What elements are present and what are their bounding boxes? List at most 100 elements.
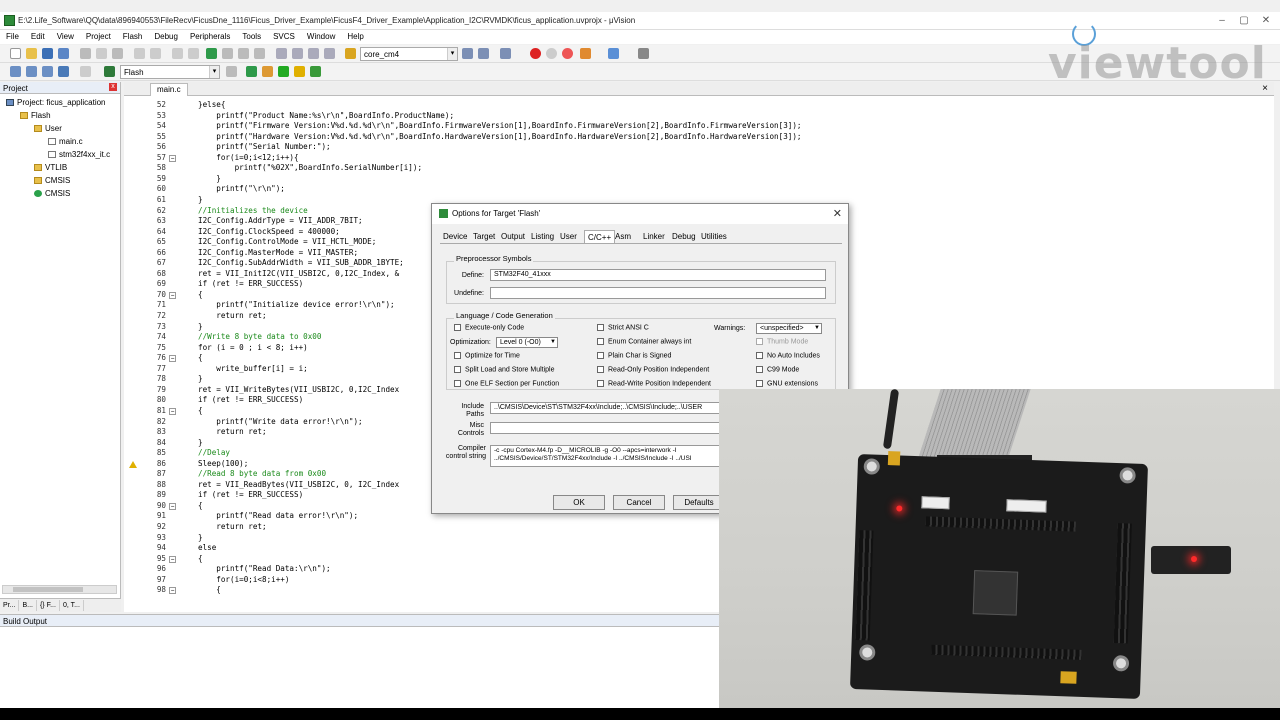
comment-icon[interactable]	[308, 48, 319, 59]
tree-item-main-c[interactable]: main.c	[48, 137, 83, 146]
dialog-close-icon[interactable]: ✕	[833, 207, 842, 220]
tab-target[interactable]: Target	[470, 230, 498, 243]
split-load-store-checkbox[interactable]: Split Load and Store Multiple	[454, 366, 555, 373]
thumb-mode-checkbox[interactable]: Thumb Mode	[756, 338, 808, 345]
checkbox-box[interactable]	[756, 352, 763, 359]
close-panel-icon[interactable]: x	[109, 83, 117, 91]
menu-file[interactable]: File	[0, 30, 25, 41]
target-select[interactable]: Flash ▾	[120, 65, 220, 79]
disable-breakpoint-icon[interactable]	[546, 48, 557, 59]
translate-icon[interactable]	[10, 66, 21, 77]
ok-button[interactable]: OK	[553, 495, 605, 510]
redo-icon[interactable]	[150, 48, 161, 59]
checkbox-box[interactable]	[454, 366, 461, 373]
find-in-files-icon[interactable]	[345, 48, 356, 59]
save-icon[interactable]	[42, 48, 53, 59]
checkbox-box[interactable]	[597, 352, 604, 359]
tab-user[interactable]: User	[557, 230, 580, 243]
checkbox-box[interactable]	[756, 338, 763, 345]
rebuild-icon[interactable]	[42, 66, 53, 77]
cancel-button[interactable]: Cancel	[613, 495, 665, 510]
no-auto-includes-checkbox[interactable]: No Auto Includes	[756, 352, 820, 359]
one-elf-section-checkbox[interactable]: One ELF Section per Function	[454, 380, 559, 387]
execute-only-checkbox[interactable]: Execute-only Code	[454, 324, 524, 331]
fold-toggle-icon[interactable]: −	[169, 587, 176, 595]
menu-tools[interactable]: Tools	[236, 30, 267, 41]
fold-toggle-icon[interactable]: −	[169, 291, 176, 299]
stop-build-icon[interactable]	[80, 66, 91, 77]
tree-item-stm32f4xx-it[interactable]: stm32f4xx_it.c	[48, 150, 110, 159]
tab-output[interactable]: Output	[498, 230, 528, 243]
menu-svcs[interactable]: SVCS	[267, 30, 301, 41]
warnings-select[interactable]: <unspecified> ▼	[756, 323, 822, 334]
kill-breakpoints-icon[interactable]	[562, 48, 573, 59]
breakpoint-icon[interactable]	[530, 48, 541, 59]
download-icon[interactable]	[58, 66, 69, 77]
checkbox-box[interactable]	[454, 324, 461, 331]
tree-item-flash[interactable]: Flash	[20, 111, 51, 120]
checkbox-box[interactable]	[597, 338, 604, 345]
window-layout-icon[interactable]	[608, 48, 619, 59]
fold-toggle-icon[interactable]: −	[169, 502, 176, 510]
strict-ansi-checkbox[interactable]: Strict ANSI C	[597, 324, 649, 331]
options-for-target-icon[interactable]	[226, 66, 237, 77]
enum-container-checkbox[interactable]: Enum Container always int	[597, 338, 691, 345]
tools-icon[interactable]	[638, 48, 649, 59]
menu-edit[interactable]: Edit	[25, 30, 51, 41]
incremental-find-icon[interactable]	[478, 48, 489, 59]
clear-bookmarks-icon[interactable]	[254, 48, 265, 59]
tab-device[interactable]: Device	[440, 230, 470, 243]
select-packs-icon[interactable]	[262, 66, 273, 77]
bookmark-icon[interactable]	[206, 48, 217, 59]
code-line[interactable]: 56 printf("Serial Number:");	[124, 142, 1224, 153]
menu-flash[interactable]: Flash	[117, 30, 149, 41]
checkbox-box[interactable]	[756, 366, 763, 373]
uncomment-icon[interactable]	[324, 48, 335, 59]
nav-forward-icon[interactable]	[188, 48, 199, 59]
close-tab-icon[interactable]: ×	[1262, 83, 1268, 94]
build-icon[interactable]	[26, 66, 37, 77]
code-line[interactable]: 54 printf("Firmware Version:V%d.%d.%d\r\…	[124, 121, 1224, 132]
copy-icon[interactable]	[96, 48, 107, 59]
fold-toggle-icon[interactable]: −	[169, 154, 176, 162]
target-options-icon[interactable]	[104, 66, 115, 77]
undefine-input[interactable]	[490, 287, 826, 299]
checkbox-box[interactable]	[454, 380, 461, 387]
tab-books[interactable]: B...	[19, 600, 37, 611]
maximize-button[interactable]: ▢	[1234, 14, 1254, 28]
find-combo[interactable]: core_cm4 ▾	[360, 47, 458, 61]
paste-icon[interactable]	[112, 48, 123, 59]
code-line[interactable]: 53 printf("Product Name:%s\r\n",BoardInf…	[124, 111, 1224, 122]
manage-project-icon[interactable]	[294, 66, 305, 77]
configure-icon[interactable]	[580, 48, 591, 59]
tab-listing[interactable]: Listing	[528, 230, 557, 243]
tab-templates[interactable]: 0, T...	[60, 600, 84, 611]
code-line[interactable]: 59 }	[124, 174, 1224, 185]
next-bookmark-icon[interactable]	[238, 48, 249, 59]
rwpi-checkbox[interactable]: Read-Write Position Independent	[597, 380, 711, 387]
code-line[interactable]: 55 printf("Hardware Version:V%d.%d.%d\r\…	[124, 132, 1224, 143]
tree-item-project[interactable]: Project: ficus_application	[6, 98, 106, 107]
plain-char-signed-checkbox[interactable]: Plain Char is Signed	[597, 352, 671, 359]
prev-bookmark-icon[interactable]	[222, 48, 233, 59]
fold-toggle-icon[interactable]: −	[169, 407, 176, 415]
define-input[interactable]: STM32F40_41xxx	[490, 269, 826, 281]
tree-item-cmsis-folder[interactable]: CMSIS	[34, 176, 70, 185]
optimization-select[interactable]: Level 0 (-O0) ▼	[496, 337, 558, 348]
menu-view[interactable]: View	[51, 30, 80, 41]
unindent-icon[interactable]	[292, 48, 303, 59]
code-line[interactable]: 58 printf("%02X",BoardInfo.SerialNumber[…	[124, 163, 1224, 174]
fold-toggle-icon[interactable]: −	[169, 555, 176, 563]
new-file-icon[interactable]	[10, 48, 21, 59]
tab-linker[interactable]: Linker	[640, 230, 668, 243]
project-horizontal-scrollbar[interactable]	[2, 585, 117, 594]
checkbox-box[interactable]	[597, 324, 604, 331]
cut-icon[interactable]	[80, 48, 91, 59]
pack-installer-icon[interactable]	[278, 66, 289, 77]
indent-icon[interactable]	[276, 48, 287, 59]
c99-mode-checkbox[interactable]: C99 Mode	[756, 366, 799, 373]
tab-functions[interactable]: {} F...	[37, 600, 60, 611]
nav-back-icon[interactable]	[172, 48, 183, 59]
gnu-extensions-checkbox[interactable]: GNU extensions	[756, 380, 818, 387]
tree-item-user[interactable]: User	[34, 124, 62, 133]
